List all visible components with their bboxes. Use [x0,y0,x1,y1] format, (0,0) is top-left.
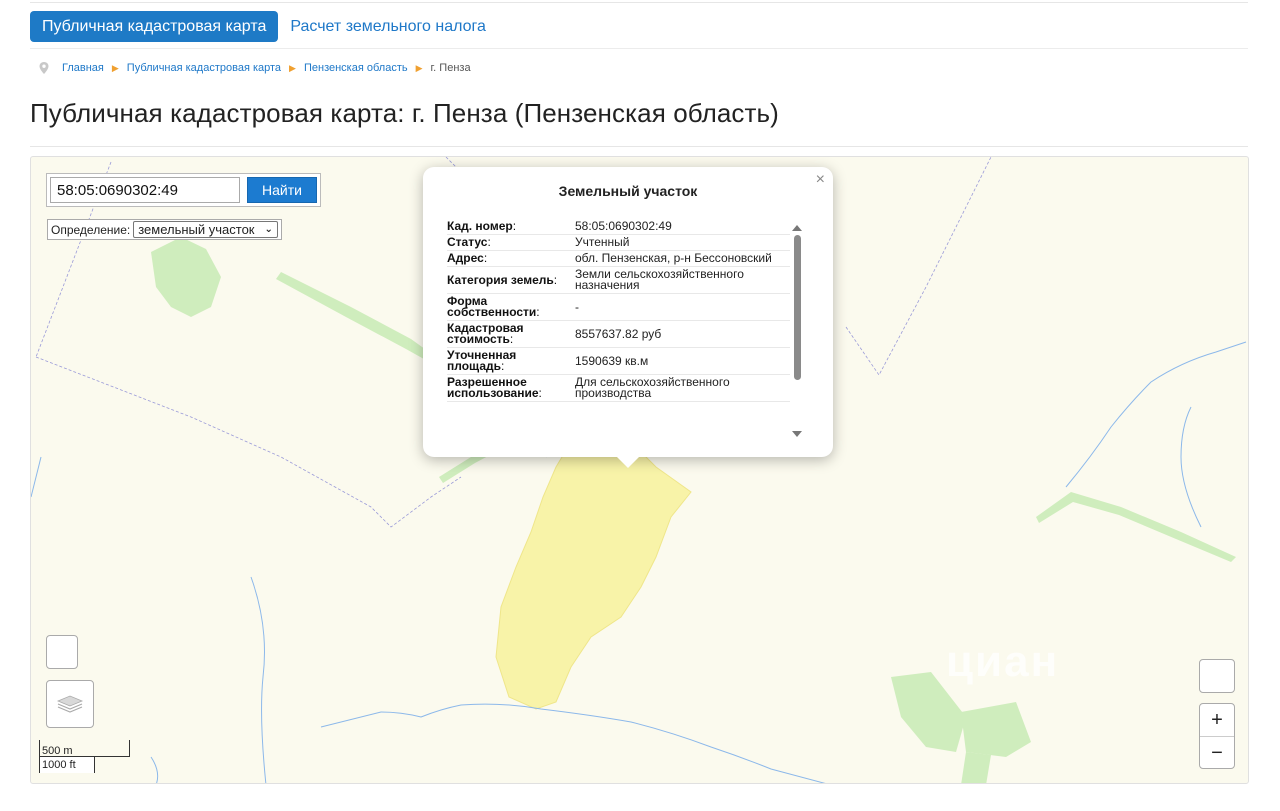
forest-strip [1036,492,1236,562]
layers-button[interactable] [46,680,94,728]
breadcrumb-map-link[interactable]: Публичная кадастровая карта [127,62,281,74]
breadcrumb-separator-icon: ▶ [415,62,423,73]
table-row: Категория земель: Земли сельскохозяйстве… [447,266,790,294]
parcel-info-popup: × Земельный участок Кад. номер: 58:05:06… [423,167,833,468]
forest-strip [276,272,436,363]
river [1065,341,1247,488]
row-value: 58:05:0690302:49 [575,219,790,235]
table-row: Кадастровая стоимость: 8557637.82 руб [447,320,790,348]
scale-imperial: 1000 ft [39,757,95,773]
row-key: Адрес: [447,250,575,267]
breadcrumb-current: г. Пенза [430,62,471,74]
breadcrumb-region-link[interactable]: Пензенская область [304,62,408,74]
definition-selected-value: земельный участок [138,222,255,237]
table-row: Кад. номер: 58:05:0690302:49 [447,219,790,235]
zoom-out-button[interactable]: − [1200,737,1234,769]
definition-panel: Определение: земельный участок ⌄ [47,219,282,240]
breadcrumb-separator-icon: ▶ [111,62,119,73]
row-key: Форма собственности: [447,293,575,321]
cadastral-number-input[interactable] [50,177,240,203]
row-key: Кад. номер: [447,219,575,235]
breadcrumb: Главная ▶ Публичная кадастровая карта ▶ … [38,61,471,75]
zoom-in-button[interactable]: + [1200,704,1234,736]
table-row: Форма собственности: - [447,293,790,321]
river [150,756,159,783]
cadastral-map[interactable]: циан Найти Определение: земельный участо… [30,156,1249,784]
scale-metric: 500 m [39,740,130,757]
table-row: Адрес: обл. Пензенская, р-н Бессоновский [447,250,790,267]
popup-pointer [616,456,640,468]
definition-label: Определение: [51,222,131,237]
search-panel: Найти [46,173,321,207]
forest-area [961,752,991,783]
map-option-button[interactable] [1199,659,1235,693]
row-value: 1590639 кв.м [575,347,790,375]
scroll-down-icon[interactable] [792,431,802,437]
forest-area [961,702,1031,757]
tabs-divider [30,48,1248,49]
row-value: - [575,293,790,321]
row-value: обл. Пензенская, р-н Бессоновский [575,250,790,267]
breadcrumb-home-link[interactable]: Главная [62,62,104,74]
forest-area [151,237,221,317]
fullscreen-button[interactable] [46,635,78,669]
table-row: Уточненная площадь: 1590639 кв.м [447,347,790,375]
row-value: Учтенный [575,234,790,251]
title-divider [30,146,1248,147]
map-pin-icon [39,62,49,74]
scroll-up-icon[interactable] [792,225,802,231]
layers-icon [56,695,84,713]
river [31,456,42,498]
table-row: Разрешенное использование: Для сельскохо… [447,374,790,402]
top-divider [30,2,1248,3]
tab-bar: Публичная кадастровая карта Расчет земел… [30,10,498,42]
parcel-info-table: Кад. номер: 58:05:0690302:49 Статус: Учт… [447,219,790,402]
scroll-thumb[interactable] [794,235,801,380]
row-value: Земли сельскохозяйственного назначения [575,266,790,294]
chevron-down-icon: ⌄ [264,224,273,235]
find-button[interactable]: Найти [247,177,317,203]
popup-scrollbar[interactable] [791,225,803,437]
page-title: Публичная кадастровая карта: г. Пенза (П… [30,98,779,128]
row-key: Категория земель: [447,266,575,294]
row-value: 8557637.82 руб [575,320,790,348]
zoom-control: + − [1199,703,1235,769]
river [250,576,267,783]
district-boundary [35,356,462,528]
district-boundary [845,157,992,376]
tab-cadastral-map[interactable]: Публичная кадастровая карта [30,10,279,42]
popup-title: Земельный участок [558,183,698,199]
row-value: Для сельскохозяйственного производства [575,374,790,402]
row-key: Уточненная площадь: [447,347,575,375]
tab-land-tax[interactable]: Расчет земельного налога [278,11,498,42]
river [1180,406,1202,528]
row-key: Статус: [447,234,575,251]
table-row: Статус: Учтенный [447,234,790,251]
row-key: Разрешенное использование: [447,374,575,402]
scale-bar: 500 m 1000 ft [39,740,130,773]
river [320,703,826,783]
district-boundary [445,157,457,168]
breadcrumb-separator-icon: ▶ [289,62,296,73]
definition-select[interactable]: земельный участок ⌄ [133,221,278,238]
watermark: циан [946,637,1060,686]
row-key: Кадастровая стоимость: [447,320,575,348]
land-parcel [495,441,692,710]
